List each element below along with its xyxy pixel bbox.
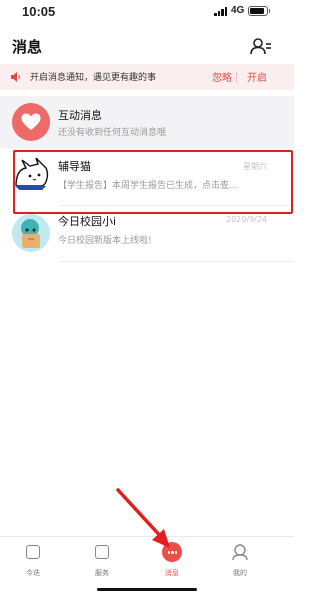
tab-service[interactable]: 服务 [82,543,122,583]
tab-profile[interactable]: 我的 [220,543,260,583]
divider [236,71,237,83]
status-bar: 10:05 4G [0,0,294,24]
notice-text: 开启消息通知，遇见更有趣的事 [30,73,157,83]
status-time: 10:05 [22,4,56,19]
message-sender: 今日校园小i [58,215,117,228]
tab-label: 服务 [95,569,109,577]
tab-bar: 今迭 服务 消息 我的 [0,536,294,596]
tab-label: 我的 [233,569,247,577]
battery-icon [248,6,270,16]
interactive-subtitle: 还没有收到任何互动消息哦 [58,128,167,138]
tab-home[interactable]: 今迭 [13,543,53,583]
heart-avatar [12,103,50,141]
header: 消息 [0,28,294,62]
ignore-button[interactable]: 忽略 [212,69,232,84]
page-title: 消息 [12,38,43,56]
home-indicator [97,588,197,591]
profile-icon [232,544,248,561]
tab-label: 今迭 [26,569,40,577]
service-icon [95,545,109,559]
tab-label: 消息 [165,569,179,577]
home-icon [26,545,40,559]
interactive-messages-row[interactable]: 互动消息 还没有收到任何互动消息哦 [0,96,294,148]
highlight-box [13,150,293,214]
interactive-title: 互动消息 [58,109,102,122]
enable-notifications-button[interactable]: 开启 [247,69,267,84]
network-type: 4G [231,5,245,16]
message-icon [162,542,182,562]
message-date: 2020/9/24 [226,215,268,224]
heart-icon [21,113,41,130]
message-preview: 今日校园新版本上线啦! [58,236,152,246]
speaker-icon [11,72,20,82]
notification-banner: 开启消息通知，遇见更有趣的事 忽略 开启 [0,64,294,90]
tab-message[interactable]: 消息 [152,542,192,583]
divider [60,261,294,262]
list-item-jinrixiaoyuan[interactable]: 今日校园小i 2020/9/24 今日校园新版本上线啦! [0,206,294,262]
signal-icon [214,7,228,16]
contacts-icon[interactable] [250,37,272,55]
mascot-avatar-icon [12,214,50,252]
